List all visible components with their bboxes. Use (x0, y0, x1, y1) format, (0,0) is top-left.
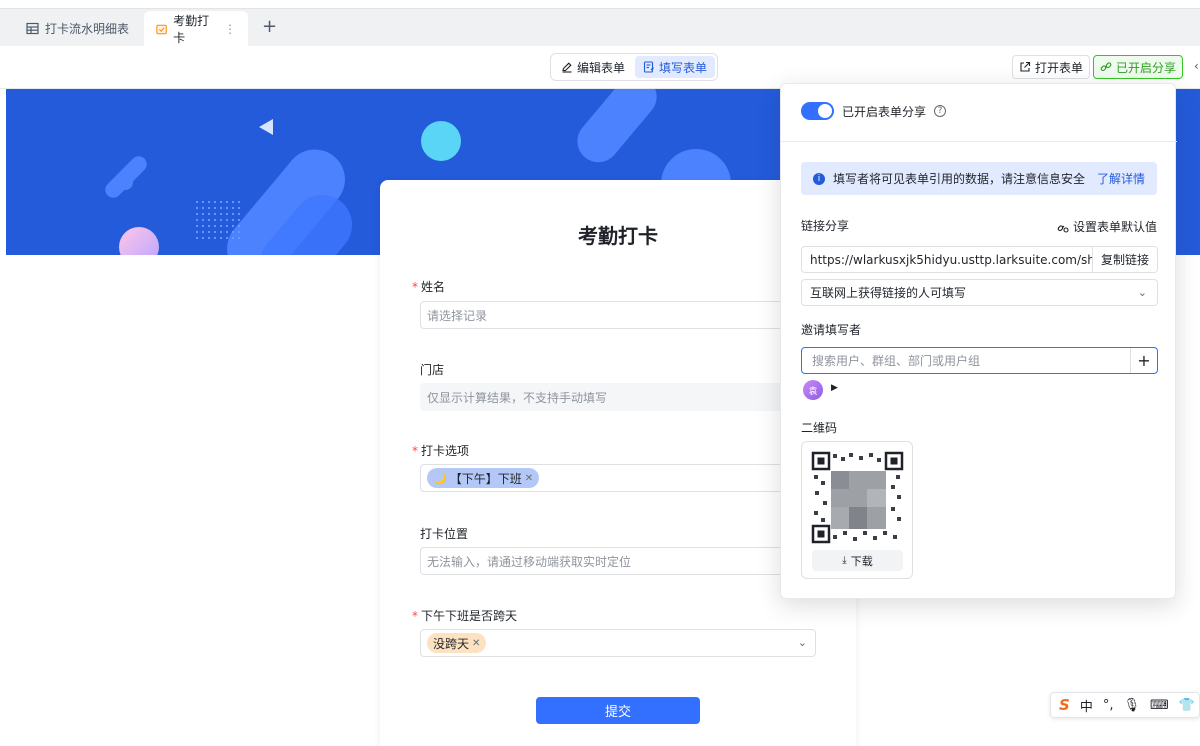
permission-select[interactable]: 互联网上获得链接的人可填写 ⌄ (801, 279, 1158, 306)
tab-label: 考勤打卡 (173, 14, 210, 45)
share-popover: 已开启表单分享 ? i 填写者将可见表单引用的数据，请注意信息安全 了解详情 链… (780, 83, 1177, 599)
store-placeholder: 仅显示计算结果，不支持手动填写 (427, 390, 608, 405)
add-invitee-icon[interactable]: + (1130, 348, 1157, 373)
download-qr-button[interactable]: ⤓ 下载 (812, 550, 903, 571)
required-mark: * (412, 444, 418, 458)
security-notice: i 填写者将可见表单引用的数据，请注意信息安全 了解详情 (801, 162, 1157, 195)
fill-form-label: 填写表单 (659, 60, 708, 75)
cross-day-label: * 下午下班是否跨天 (412, 607, 517, 624)
location-label: 打卡位置 (420, 527, 469, 541)
option-label-text: 打卡选项 (421, 444, 470, 458)
share-label: 已开启分享 (1116, 60, 1177, 75)
name-label-text: 姓名 (421, 280, 446, 294)
link-icon (1100, 62, 1112, 72)
banner-decoration (194, 199, 240, 239)
location-field: 无法输入，请通过移动端获取实时定位 (420, 547, 816, 575)
table-grid-icon (26, 22, 39, 34)
ime-punctuation-icon[interactable]: °, (1103, 698, 1114, 713)
open-form-label: 打开表单 (1035, 60, 1084, 75)
download-label: 下载 (850, 554, 873, 568)
banner-decoration (568, 89, 666, 171)
notice-text: 填写者将可见表单引用的数据，请注意信息安全 (833, 172, 1086, 186)
name-placeholder: 请选择记录 (427, 308, 488, 323)
store-field: 仅显示计算结果，不支持手动填写 (420, 383, 816, 411)
cross-day-select[interactable]: 没跨天 ✕ ⌄ (420, 629, 816, 657)
link-settings-icon (1057, 224, 1069, 233)
link-share-label: 链接分享 (801, 219, 850, 233)
edit-form-label: 编辑表单 (577, 60, 626, 75)
required-mark: * (412, 280, 418, 294)
open-form-button[interactable]: 打开表单 (1012, 55, 1091, 79)
cross-day-chip: 没跨天 ✕ (427, 633, 487, 653)
learn-more-link[interactable]: 了解详情 (1097, 170, 1145, 187)
divider (781, 141, 1177, 142)
caret-right-icon[interactable]: ▶ (831, 383, 838, 393)
info-icon: i (813, 172, 825, 185)
share-url[interactable]: https://wlarkusxjk5hidyu.usttp.larksuite… (802, 253, 1092, 267)
ime-toolbar: S 中 °, 🎙 ⌨ 👕 (1050, 692, 1200, 718)
option-select[interactable]: 🌙 【下午】下班 ✕ (420, 464, 816, 492)
cross-day-label-text: 下午下班是否跨天 (421, 609, 518, 623)
fill-form-icon (643, 61, 654, 73)
moon-icon: 🌙 (433, 471, 447, 485)
set-default-button[interactable]: 设置表单默认值 (1057, 218, 1157, 235)
option-chip-label: 【下午】下班 (449, 471, 522, 486)
edit-pen-icon (562, 62, 572, 73)
more-icon[interactable]: ‹ (1194, 59, 1199, 73)
banner-decoration (119, 227, 159, 255)
copy-link-button[interactable]: 复制链接 (1091, 247, 1157, 272)
page-margin (0, 89, 6, 746)
share-toggle-row: 已开启表单分享 ? (801, 102, 947, 120)
name-select[interactable]: 请选择记录 (420, 301, 816, 329)
ime-language-toggle[interactable]: 中 (1080, 696, 1093, 715)
microphone-icon[interactable]: 🎙 (1123, 698, 1140, 713)
set-default-label: 设置表单默认值 (1072, 220, 1157, 234)
required-mark: * (412, 609, 418, 623)
qr-code-image (811, 451, 904, 544)
chevron-down-icon: ⌄ (1137, 286, 1147, 299)
tab-bar: 打卡流水明细表 考勤打卡 ⋮ + (0, 8, 1200, 47)
option-label: * 打卡选项 (412, 442, 469, 459)
qr-label: 二维码 (801, 421, 838, 435)
name-label: * 姓名 (412, 278, 445, 295)
share-link-row: https://wlarkusxjk5hidyu.usttp.larksuite… (801, 246, 1158, 273)
invite-search-input[interactable]: 搜索用户、群组、部门或用户组 (802, 352, 1130, 369)
location-placeholder: 无法输入，请通过移动端获取实时定位 (427, 554, 632, 569)
invite-search-row: 搜索用户、群组、部门或用户组 + (801, 347, 1158, 374)
remove-chip-icon[interactable]: ✕ (525, 473, 533, 484)
external-link-icon (1020, 61, 1031, 72)
invite-label: 邀请填写者 (801, 323, 862, 337)
edit-form-button[interactable]: 编辑表单 (553, 56, 633, 78)
share-button[interactable]: 已开启分享 (1093, 55, 1184, 79)
mode-switch: 编辑表单 填写表单 (550, 53, 719, 81)
chevron-down-icon[interactable]: ⌄ (798, 636, 807, 649)
tab-label: 打卡流水明细表 (45, 21, 130, 36)
qr-card: ⤓ 下载 (801, 441, 913, 579)
share-toggle[interactable] (801, 102, 834, 120)
store-label: 门店 (420, 363, 445, 377)
keyboard-icon[interactable]: ⌨ (1150, 698, 1169, 713)
banner-decoration (118, 175, 133, 190)
cross-day-chip-label: 没跨天 (433, 636, 470, 651)
share-toggle-label: 已开启表单分享 (842, 104, 927, 119)
ime-skin-icon[interactable]: 👕 (1179, 698, 1195, 713)
download-icon: ⤓ (842, 555, 847, 566)
banner-decoration (259, 119, 273, 135)
submit-button[interactable]: 提交 (536, 697, 700, 724)
tab-checkin-log[interactable]: 打卡流水明细表 (14, 9, 141, 47)
avatar[interactable]: 袁 (803, 380, 823, 400)
ime-logo[interactable]: S (1059, 696, 1070, 714)
remove-chip-icon[interactable]: ✕ (472, 638, 480, 649)
permission-value: 互联网上获得链接的人可填写 (810, 286, 967, 300)
banner-decoration (421, 121, 461, 161)
fill-form-button[interactable]: 填写表单 (635, 56, 716, 78)
tab-attendance-form[interactable]: 考勤打卡 ⋮ (144, 11, 248, 47)
form-check-icon (156, 24, 167, 34)
option-chip: 🌙 【下午】下班 ✕ (427, 468, 540, 488)
add-tab-button[interactable]: + (262, 17, 277, 37)
help-icon[interactable]: ? (934, 105, 947, 117)
more-vertical-icon[interactable]: ⋮ (224, 22, 236, 36)
